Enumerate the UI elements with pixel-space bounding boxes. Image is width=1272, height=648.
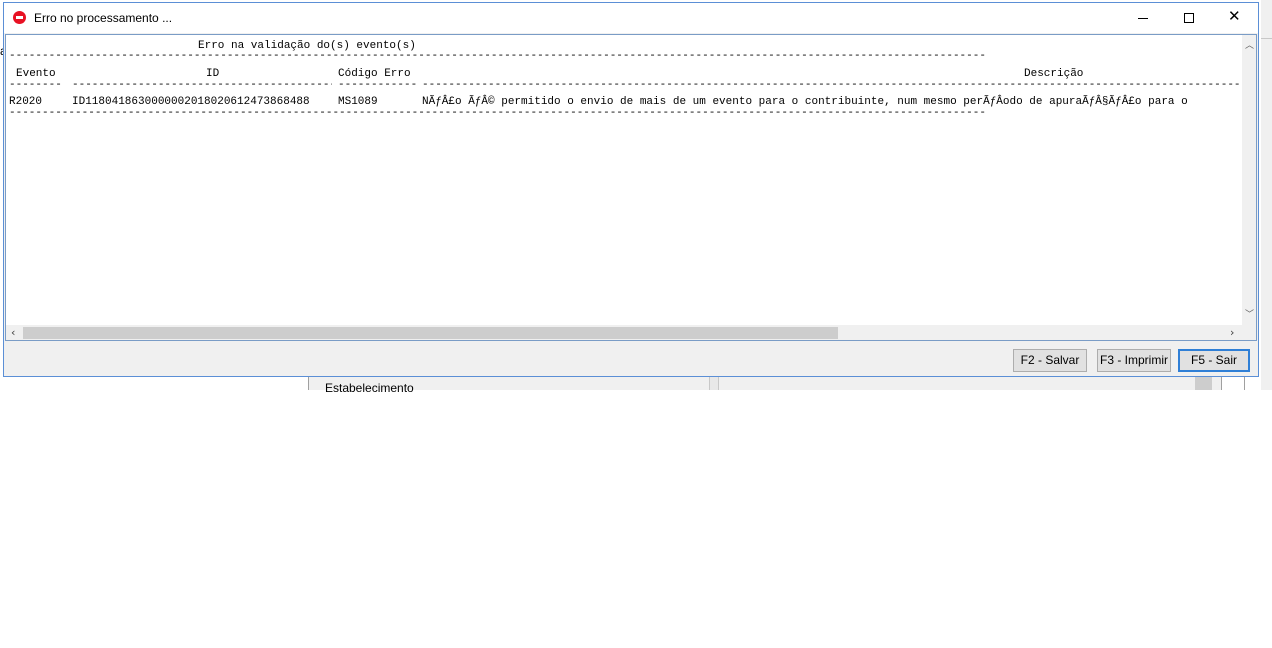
scroll-up-icon[interactable]: ︿ — [1245, 38, 1254, 51]
scrollbar-corner — [1242, 325, 1256, 340]
maximize-button[interactable] — [1166, 3, 1212, 33]
report-content: Erro na validação do(s) evento(s) ------… — [6, 35, 1242, 325]
background-panel: Estabelecimento — [308, 377, 1222, 395]
background-panel-label: Estabelecimento — [325, 381, 414, 395]
title-bar[interactable]: Erro no processamento ... ✕ — [4, 3, 1258, 33]
column-underline-descricao: ----------------------------------------… — [422, 79, 1242, 91]
save-button[interactable]: F2 - Salvar — [1013, 349, 1087, 372]
scroll-right-icon[interactable]: › — [1230, 325, 1234, 340]
close-button[interactable]: ✕ — [1212, 3, 1258, 33]
stop-error-icon — [13, 11, 26, 24]
error-dialog: Erro no processamento ... ✕ Erro na vali… — [3, 2, 1259, 377]
background-scrollbar-thumb — [1195, 377, 1212, 390]
background-border — [1244, 377, 1245, 390]
separator-line-bottom: ----------------------------------------… — [9, 107, 986, 119]
column-underline-evento: -------- — [9, 79, 62, 91]
background-separator — [1261, 38, 1272, 39]
column-underline-id: ---------------------------------------- — [72, 79, 332, 91]
horizontal-scrollbar[interactable]: ‹ › — [6, 325, 1242, 340]
scroll-down-icon[interactable]: ﹀ — [1245, 307, 1254, 320]
close-icon: ✕ — [1228, 7, 1241, 25]
print-button[interactable]: F3 - Imprimir — [1097, 349, 1171, 372]
column-underline-codigo: ------------ — [338, 79, 416, 91]
exit-button[interactable]: F5 - Sair — [1178, 349, 1250, 372]
separator-line: ----------------------------------------… — [9, 50, 986, 62]
horizontal-scroll-thumb[interactable] — [23, 327, 838, 339]
background-window-edge — [1261, 0, 1272, 390]
window-title: Erro no processamento ... — [34, 11, 173, 25]
vertical-scrollbar[interactable]: ︿ ﹀ — [1242, 35, 1256, 325]
error-report-textbox[interactable]: Erro na validação do(s) evento(s) ------… — [5, 34, 1257, 341]
background-panel-splitter — [709, 377, 719, 390]
scroll-left-icon[interactable]: ‹ — [11, 325, 15, 340]
minimize-button[interactable] — [1120, 3, 1166, 33]
